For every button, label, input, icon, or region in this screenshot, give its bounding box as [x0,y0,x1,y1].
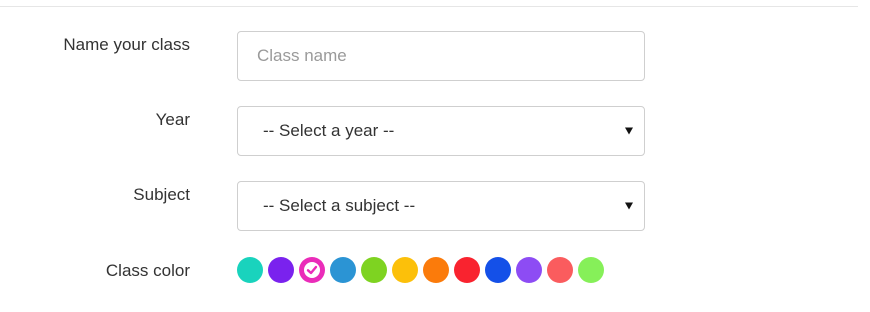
color-swatch-list [237,257,604,283]
year-select-value: -- Select a year -- [263,121,395,140]
color-swatch[interactable] [454,257,480,283]
class-name-input[interactable] [238,32,644,80]
class-name-field [237,31,645,81]
year-select[interactable]: -- Select a year -- [237,106,645,156]
class-color-label: Class color [105,261,190,280]
subject-label: Subject [133,185,190,204]
subject-select-value: -- Select a subject -- [263,196,416,215]
color-swatch[interactable] [299,257,325,283]
color-swatch[interactable] [268,257,294,283]
color-swatch[interactable] [423,257,449,283]
subject-select[interactable]: -- Select a subject -- [237,181,645,231]
color-swatch[interactable] [578,257,604,283]
year-label: Year [155,110,190,129]
dropdown-arrow-icon [625,127,633,135]
create-class-form: Name your class Year -- Select a year --… [0,0,870,312]
class-name-label: Name your class [63,35,190,54]
color-swatch[interactable] [547,257,573,283]
color-swatch[interactable] [485,257,511,283]
color-swatch[interactable] [361,257,387,283]
color-swatch[interactable] [516,257,542,283]
checkmark-icon [304,262,320,278]
color-swatch[interactable] [330,257,356,283]
color-swatch[interactable] [392,257,418,283]
dropdown-arrow-icon [625,202,633,210]
color-swatch[interactable] [237,257,263,283]
